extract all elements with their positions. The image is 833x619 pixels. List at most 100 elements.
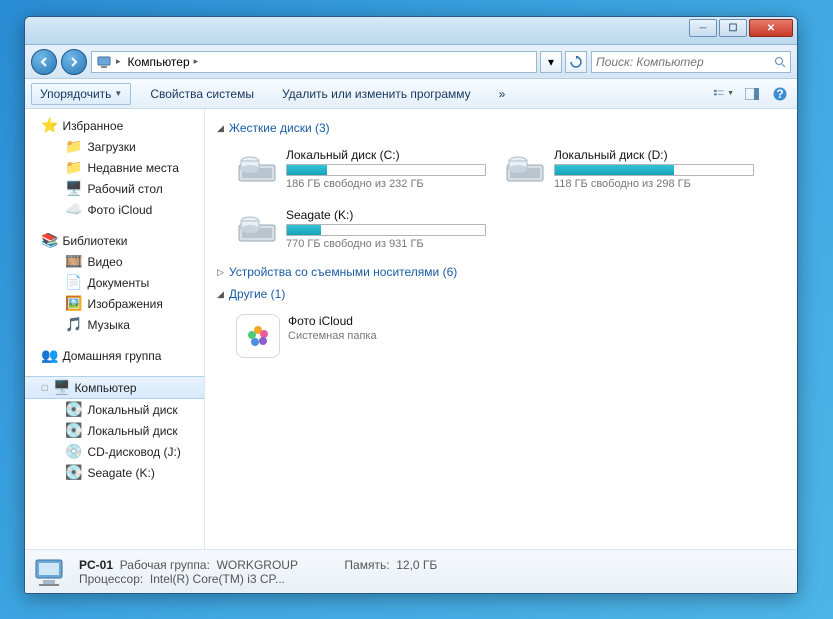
caret-down-icon: ◢ <box>217 289 224 300</box>
back-button[interactable] <box>31 49 57 75</box>
group-other[interactable]: ◢ Другие (1) <box>217 287 785 301</box>
breadcrumb-chevron-icon: ▸ <box>194 56 199 67</box>
group-removable-label: Устройства со съемными носителями (6) <box>229 265 457 279</box>
item-label: Музыка <box>87 318 129 332</box>
view-options-button[interactable]: ▼ <box>713 83 735 105</box>
favorites-header[interactable]: ⭐ Избранное <box>25 115 204 136</box>
close-button[interactable]: ✕ <box>749 19 793 37</box>
item-label: Локальный диск <box>87 424 177 438</box>
toolbar-more-button[interactable]: » <box>490 83 515 105</box>
picture-icon: 🖼️ <box>65 295 82 312</box>
other-list: Фото iCloudСистемная папка <box>217 309 785 363</box>
item-label: Seagate (K:) <box>87 466 154 480</box>
refresh-button[interactable] <box>565 51 587 73</box>
homegroup-label: Домашняя группа <box>62 349 161 363</box>
status-cpu: Intel(R) Core(TM) i3 CP... <box>150 572 285 586</box>
explorer-window: ─ ☐ ✕ ▸ Компьютер ▸ ▾ Упорядочить <box>24 16 798 594</box>
search-box[interactable] <box>591 51 791 73</box>
drive-item[interactable]: Локальный диск (C:) 186 ГБ свободно из 23… <box>231 143 491 195</box>
drive-icon <box>236 208 278 246</box>
libraries-header[interactable]: 📚 Библиотеки <box>25 230 204 251</box>
status-details: PC-01 Рабочая группа: WORKGROUP Память: … <box>79 558 437 586</box>
desktop-icon: 🖥️ <box>65 180 82 197</box>
other-sub: Системная папка <box>288 330 377 342</box>
recent-icon: 📁 <box>65 159 82 176</box>
drive-icon <box>504 148 546 186</box>
computer-header[interactable]: ▢ 🖥️ Компьютер <box>25 376 204 399</box>
sidebar-item-downloads[interactable]: 📁 Загрузки <box>25 136 204 157</box>
organize-button[interactable]: Упорядочить ▼ <box>31 83 131 105</box>
computer-label: Компьютер <box>74 381 136 395</box>
toolbar: Упорядочить ▼ Свойства системы Удалить и… <box>25 79 797 109</box>
homegroup-header[interactable]: 👥 Домашняя группа <box>25 345 204 366</box>
navigation-pane: ⭐ Избранное 📁 Загрузки 📁 Недавние места 🖥️… <box>25 109 205 549</box>
minimize-button[interactable]: ─ <box>689 19 717 37</box>
folder-icon: 📁 <box>65 138 82 155</box>
item-label: Недавние места <box>87 161 178 175</box>
sidebar-item-localdisk-c[interactable]: 💽Локальный диск <box>25 399 204 420</box>
item-label: Изображения <box>87 297 162 311</box>
usage-bar <box>554 164 754 176</box>
status-memory-lbl: Память: <box>344 558 389 572</box>
sidebar-item-pictures[interactable]: 🖼️ Изображения <box>25 293 204 314</box>
status-workgroup-lbl: Рабочая группа: <box>120 558 210 572</box>
music-icon: 🎵 <box>65 316 82 333</box>
status-pcname: PC-01 <box>79 558 113 572</box>
cd-icon: 💿 <box>65 443 82 460</box>
group-hdd[interactable]: ◢ Жесткие диски (3) <box>217 121 785 135</box>
item-label: CD-дисковод (J:) <box>87 445 180 459</box>
search-icon <box>774 56 786 68</box>
sidebar-item-cddrive[interactable]: 💿 CD-дисковод (J:) <box>25 441 204 462</box>
uninstall-program-button[interactable]: Удалить или изменить программу <box>273 83 480 105</box>
sidebar-item-desktop[interactable]: 🖥️Рабочий стол <box>25 178 204 199</box>
sidebar-item-seagate[interactable]: 💽Seagate (K:) <box>25 462 204 483</box>
forward-button[interactable] <box>61 49 87 75</box>
drive-item[interactable]: Seagate (K:)770 ГБ свободно из 931 ГБ <box>231 203 491 255</box>
photos-icon <box>236 314 280 358</box>
status-memory: 12,0 ГБ <box>396 558 437 572</box>
history-dropdown[interactable]: ▾ <box>540 51 562 73</box>
system-properties-button[interactable]: Свойства системы <box>141 83 263 105</box>
item-label: Загрузки <box>87 140 135 154</box>
arrow-right-icon <box>68 56 80 68</box>
maximize-button[interactable]: ☐ <box>719 19 747 37</box>
arrow-left-icon <box>38 56 50 68</box>
computer-icon <box>96 54 112 70</box>
drive-freetext: 770 ГБ свободно из 931 ГБ <box>286 238 486 250</box>
sidebar-item-recent[interactable]: 📁 Недавние места <box>25 157 204 178</box>
caret-down-icon: ◢ <box>217 123 224 134</box>
caret-right-icon: ▷ <box>217 267 224 278</box>
titlebar: ─ ☐ ✕ <box>25 17 797 45</box>
sidebar-item-videos[interactable]: 🎞️Видео <box>25 251 204 272</box>
libraries-group: 📚 Библиотеки 🎞️Видео 📄Документы 🖼️ Изобра… <box>25 230 204 335</box>
item-label: Документы <box>87 276 149 290</box>
statusbar: PC-01 Рабочая группа: WORKGROUP Память: … <box>25 549 797 593</box>
computer-group: ▢ 🖥️ Компьютер 💽Локальный диск 💽Локальны… <box>25 376 204 483</box>
status-workgroup: WORKGROUP <box>217 558 298 572</box>
view-icon <box>714 87 725 101</box>
address-bar[interactable]: ▸ Компьютер ▸ <box>91 51 537 73</box>
sidebar-item-localdisk-d[interactable]: 💽Локальный диск <box>25 420 204 441</box>
drive-item[interactable]: Локальный диск (D:)118 ГБ свободно из 29… <box>499 143 759 195</box>
drive-freetext: 118 ГБ свободно из 298 ГБ <box>554 178 754 190</box>
sidebar-item-music[interactable]: 🎵 Музыка <box>25 314 204 335</box>
sidebar-item-documents[interactable]: 📄Документы <box>25 272 204 293</box>
dropdown-icon: ▼ <box>114 89 122 98</box>
sidebar-item-icloud[interactable]: ☁️Фото iCloud <box>25 199 204 220</box>
search-input[interactable] <box>596 55 774 69</box>
favorites-label: Избранное <box>62 119 123 133</box>
organize-label: Упорядочить <box>40 87 111 101</box>
item-label: Фото iCloud <box>87 203 152 217</box>
group-other-label: Другие (1) <box>229 287 285 301</box>
preview-pane-button[interactable] <box>741 83 763 105</box>
help-button[interactable]: ? <box>769 83 791 105</box>
group-removable[interactable]: ▷ Устройства со съемными носителями (6) <box>217 265 785 279</box>
breadcrumb-computer[interactable]: Компьютер ▸ <box>125 54 206 70</box>
other-item[interactable]: Фото iCloudСистемная папка <box>231 309 491 363</box>
usage-bar <box>286 224 486 236</box>
drive-name: Локальный диск (C:) <box>286 148 486 162</box>
refresh-icon <box>570 56 582 68</box>
libraries-label: Библиотеки <box>62 234 127 248</box>
body: ⭐ Избранное 📁 Загрузки 📁 Недавние места 🖥️… <box>25 109 797 549</box>
drive-freetext: 186 ГБ свободно из 232 ГБ <box>286 178 486 190</box>
